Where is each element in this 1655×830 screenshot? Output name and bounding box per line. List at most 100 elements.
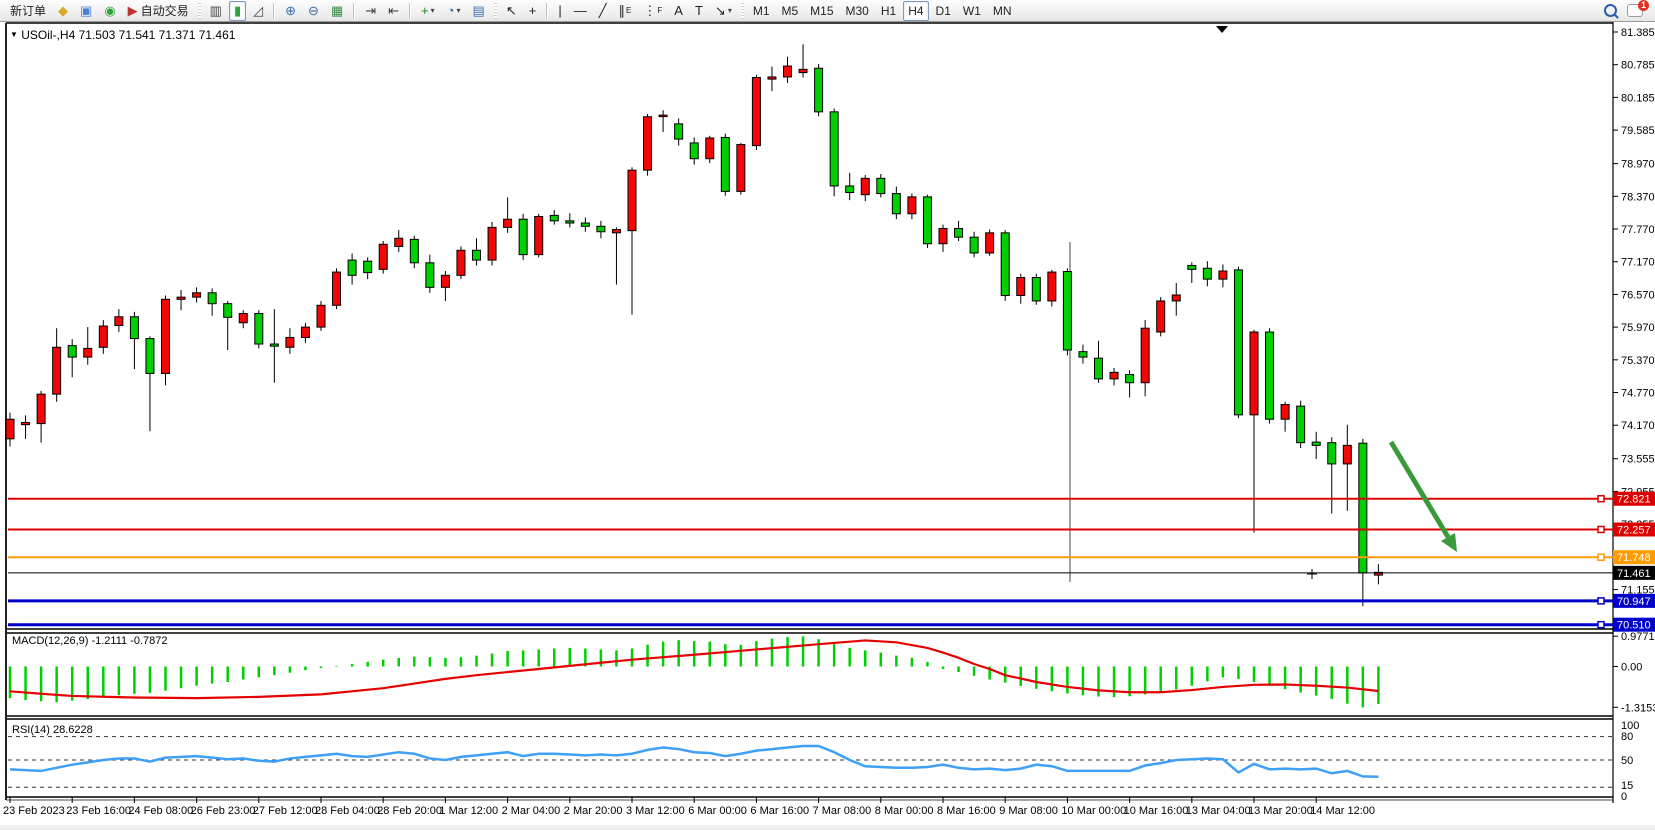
text-icon[interactable]: A <box>669 1 688 21</box>
chart-template-icon: ▤ <box>473 2 485 20</box>
tf-w1[interactable]: W1 <box>958 1 986 21</box>
macd-indicator-label: MACD(12,26,9) -1.2111 -0.7872 <box>12 635 168 647</box>
tf-m30[interactable]: M30 <box>841 1 874 21</box>
chart-shift-icon: ⇤ <box>388 2 399 20</box>
chart-window: 81.38580.78580.18579.58578.97078.37077.7… <box>0 22 1655 825</box>
equidistant-channel-icon: ∥ <box>619 2 626 20</box>
line-chart-icon: ◿ <box>253 2 263 20</box>
toolbar-separator <box>353 3 355 19</box>
toolbar-separator <box>546 3 548 19</box>
chart-template-icon[interactable]: ▤ <box>468 1 490 21</box>
accounts-icon[interactable]: ▣ <box>75 1 97 21</box>
chart-shift-icon[interactable]: ⇤ <box>383 1 404 21</box>
time-label: 28 Feb 20:00 <box>377 805 442 817</box>
text-label-icon[interactable]: T <box>690 1 708 21</box>
bull-candle <box>644 117 652 170</box>
price-tag-label: 72.821 <box>1617 494 1651 506</box>
bull-candle <box>457 250 465 275</box>
arrows-icon[interactable]: ↘▾ <box>710 1 737 21</box>
bull-candle <box>193 293 201 297</box>
bar-chart-icon[interactable]: ▥ <box>205 1 227 21</box>
svg-text:81.385: 81.385 <box>1621 27 1655 39</box>
time-label: 8 Mar 00:00 <box>875 805 934 817</box>
bull-candle <box>99 326 107 347</box>
down-arrow-object[interactable] <box>1391 442 1448 537</box>
bear-candle <box>426 263 434 288</box>
chart-header: ▼ USOil-,H4 71.503 71.541 71.371 71.461 <box>10 28 235 42</box>
svg-text:80.185: 80.185 <box>1621 92 1655 104</box>
bull-candle <box>441 275 449 287</box>
chart-shift-marker <box>1216 26 1228 33</box>
chart-title: USOil-,H4 71.503 71.541 71.371 71.461 <box>21 28 235 42</box>
bear-candle <box>550 215 558 220</box>
periods-icon[interactable]: ◔▾ <box>442 1 466 21</box>
bear-candle <box>270 344 278 346</box>
tf-m5[interactable]: M5 <box>777 1 804 21</box>
dropdown-caret-icon[interactable]: ▾ <box>728 2 732 20</box>
bull-candle <box>177 297 185 299</box>
auto-trading-button: ▶ <box>128 2 138 20</box>
level-lines[interactable]: 72.82172.25771.74871.46170.94770.510 <box>8 492 1655 632</box>
tf-h1[interactable]: H1 <box>876 1 901 21</box>
bear-candle <box>348 260 356 275</box>
bull-candle <box>84 348 92 357</box>
signal-icon[interactable]: ◉ <box>99 1 120 21</box>
svg-text:0.9771: 0.9771 <box>1621 631 1655 643</box>
bear-candle <box>581 223 589 226</box>
trend-arrow[interactable] <box>1391 442 1457 552</box>
bear-candle <box>955 228 963 237</box>
bull-candle <box>6 419 14 439</box>
new-order-button[interactable]: 新订单 <box>5 1 51 21</box>
svg-text:75.970: 75.970 <box>1621 322 1655 334</box>
bear-candle <box>1266 332 1274 419</box>
dropdown-caret-icon[interactable]: ▾ <box>431 2 435 20</box>
tf-m15-label: M15 <box>810 2 833 20</box>
symbol-dropdown-icon[interactable]: ▼ <box>10 30 18 39</box>
svg-text:78.970: 78.970 <box>1621 159 1655 171</box>
time-label: 9 Mar 08:00 <box>999 805 1058 817</box>
svg-text:74.170: 74.170 <box>1621 420 1655 432</box>
tf-h1-label: H1 <box>881 2 896 20</box>
tf-m30-label: M30 <box>846 2 869 20</box>
zoom-out-icon[interactable]: ⊖ <box>303 1 324 21</box>
crosshair-icon[interactable]: + <box>524 1 542 21</box>
equidistant-channel-icon[interactable]: ∥E <box>614 1 637 21</box>
rsi-line <box>10 746 1378 777</box>
tf-h4[interactable]: H4 <box>903 1 928 21</box>
search-icon[interactable] <box>1604 4 1617 17</box>
tf-d1[interactable]: D1 <box>931 1 956 21</box>
tf-d1-label: D1 <box>936 2 951 20</box>
bull-candle <box>1281 405 1289 420</box>
svg-text:79.585: 79.585 <box>1621 125 1655 137</box>
market-watch-icon[interactable]: ◆ <box>53 1 73 21</box>
candlestick-chart-icon[interactable]: ▮ <box>229 1 246 21</box>
dropdown-caret-icon[interactable]: ▾ <box>457 2 461 20</box>
chat-icon[interactable]: 1 <box>1627 4 1643 17</box>
bull-candle <box>1219 271 1227 279</box>
auto-trading-button[interactable]: ▶自动交易 <box>123 1 194 21</box>
fibonacci-icon[interactable]: ⋮F <box>638 1 667 21</box>
auto-scroll-icon[interactable]: ⇥ <box>360 1 381 21</box>
tf-m1[interactable]: M1 <box>748 1 775 21</box>
tf-mn[interactable]: MN <box>988 1 1017 21</box>
bull-candle <box>1343 445 1351 464</box>
line-chart-icon[interactable]: ◿ <box>248 1 268 21</box>
trendline-icon[interactable]: ╱ <box>594 1 612 21</box>
tf-m15[interactable]: M15 <box>805 1 838 21</box>
notification-badge: 1 <box>1638 0 1649 11</box>
cursor-icon[interactable]: ↖ <box>501 1 522 21</box>
svg-text:76.570: 76.570 <box>1621 289 1655 301</box>
zoom-in-icon[interactable]: ⊕ <box>280 1 301 21</box>
toolbar-separator <box>198 3 201 19</box>
bear-candle <box>675 124 683 139</box>
time-label: 7 Mar 08:00 <box>813 805 872 817</box>
indicators-icon[interactable]: +▾ <box>416 1 440 21</box>
tile-windows-icon[interactable]: ▦ <box>326 1 348 21</box>
horizontal-line-icon[interactable]: — <box>569 1 592 21</box>
horizontal-line-icon: — <box>574 2 587 20</box>
cursor-icon: ↖ <box>506 2 517 20</box>
vertical-line-icon[interactable]: | <box>553 1 566 21</box>
bull-candle <box>1157 301 1165 332</box>
bull-candle <box>1048 272 1056 301</box>
time-label: 6 Mar 00:00 <box>688 805 747 817</box>
